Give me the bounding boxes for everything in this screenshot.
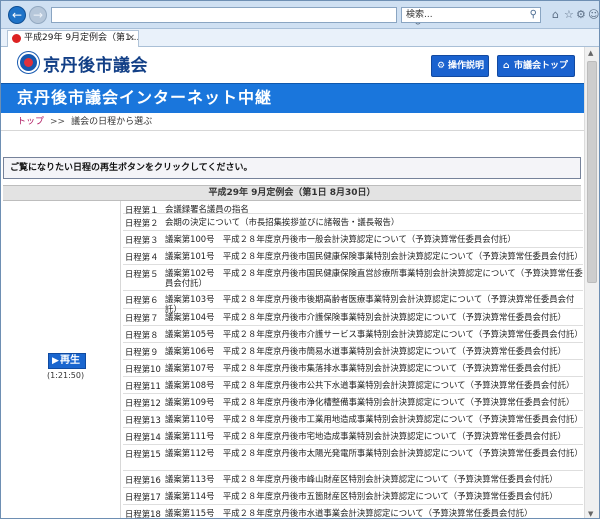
agenda-text: 議案第114号 平成２８年度京丹後市五箇財産区特別会計決算認定について（予算決算…	[165, 491, 558, 501]
agenda-number: 日程第９	[125, 347, 159, 357]
agenda-text: 議案第101号 平成２８年度京丹後市国民健康保険事業特別会計決算認定について（予…	[165, 251, 583, 261]
agenda-text: 会期の決定について（市長招集挨拶並びに諸報告・議長報告）	[165, 217, 400, 227]
arrow-right-icon: →	[32, 8, 44, 22]
agenda-number: 日程第13	[125, 415, 161, 425]
agenda-text: 議案第108号 平成２８年度京丹後市公共下水道事業特別会計決算認定について（予算…	[165, 380, 575, 390]
play-button[interactable]: ▶ 再生	[48, 353, 86, 369]
agenda-row: 日程第７ 議案第104号 平成２８年度京丹後市介護保険事業特別会計決算認定について…	[123, 309, 583, 326]
agenda-number: 日程第10	[125, 364, 161, 374]
agenda-text: 議案第102号 平成２８年度京丹後市国民健康保険直営診療所事業特別会計決算認定に…	[165, 268, 583, 288]
browser-tab[interactable]: 平成29年 9月定例会（第1... ×	[7, 30, 139, 47]
agenda-text: 会議録署名議員の指名	[165, 204, 249, 214]
home-icon: ⌂	[503, 61, 510, 71]
agenda-text: 議案第107号 平成２８年度京丹後市集落排水事業特別会計決算認定について（予算決…	[165, 363, 566, 373]
agenda-number: 日程第８	[125, 330, 159, 340]
agenda-row: 日程第４ 議案第101号 平成２８年度京丹後市国民健康保険事業特別会計決算認定につ…	[123, 248, 583, 265]
vertical-scrollbar[interactable]: ▲ ▼	[584, 47, 599, 518]
arrow-left-icon: ←	[11, 8, 23, 22]
search-box[interactable]: 検索... ⚲	[401, 7, 541, 23]
breadcrumb-home-link[interactable]: トップ	[17, 117, 44, 127]
agenda-row: 日程第18 議案第115号 平成２８年度京丹後市水道事業会計決算認定について（予算…	[123, 505, 583, 519]
agenda-number: 日程第２	[125, 218, 159, 228]
scroll-up-icon[interactable]: ▲	[588, 49, 593, 57]
breadcrumb: トップ >> 議会の日程から選ぶ	[1, 113, 584, 131]
agenda-row: 日程第14 議案第111号 平成２８年度京丹後市宅地造成事業特別会計決算認定につい…	[123, 428, 583, 445]
agenda-row: 日程第８ 議案第105号 平成２８年度京丹後市介護サービス事業特別会計決算認定につ…	[123, 326, 583, 343]
agenda-text: 議案第111号 平成２８年度京丹後市宅地造成事業特別会計決算認定について（予算決…	[165, 431, 566, 441]
agenda-row: 日程第９ 議案第106号 平成２８年度京丹後市簡易水道事業特別会計決算認定について…	[123, 343, 583, 360]
agenda-number: 日程第18	[125, 509, 161, 519]
agenda-number: 日程第11	[125, 381, 161, 391]
agenda-number: 日程第４	[125, 252, 159, 262]
operation-guide-label: 操作説明	[448, 61, 485, 71]
session-title: 平成29年 9月定例会（第1日 8月30日）	[3, 185, 581, 201]
agenda-text: 議案第105号 平成２８年度京丹後市介護サービス事業特別会計決算認定について（予…	[165, 329, 583, 339]
agenda-row: 日程第15 議案第112号 平成２８年度京丹後市太陽光発電所事業特別会計決算認定に…	[123, 445, 583, 471]
scrollbar-thumb[interactable]	[587, 61, 597, 283]
search-icon[interactable]: ⚲	[530, 8, 537, 22]
agenda-row: 日程第５ 議案第102号 平成２８年度京丹後市国民健康保険直営診療所事業特別会計決…	[123, 265, 583, 291]
gear-icon: ⚙	[437, 61, 446, 71]
agenda-row: 日程第12 議案第109号 平成２８年度京丹後市浄化槽整備事業特別会計決算認定につ…	[123, 394, 583, 411]
tab-bar: 平成29年 9月定例会（第1... ×	[1, 29, 599, 47]
agenda-row: 日程第10 議案第107号 平成２８年度京丹後市集落排水事業特別会計決算認定につい…	[123, 360, 583, 377]
agenda-number: 日程第３	[125, 235, 159, 245]
play-label: 再生	[60, 355, 80, 366]
agenda-number: 日程第５	[125, 269, 159, 279]
play-cell: ▶ 再生 (1:21:50)	[3, 201, 121, 518]
agenda-number: 日程第６	[125, 295, 159, 305]
agenda-text: 議案第100号 平成２８年度京丹後市一般会計決算認定について（予算決算常任委員会…	[165, 234, 516, 244]
agenda-number: 日程第17	[125, 492, 161, 502]
agenda-number: 日程第14	[125, 432, 161, 442]
smiley-icon[interactable]: ☺	[588, 8, 599, 21]
agenda-row: 日程第１ 会議録署名議員の指名	[123, 201, 583, 215]
play-icon: ▶	[52, 356, 59, 366]
browser-toolbar: ← → ↻ ▾ 検索... ⚲ ⌂ ☆ ⚙ ☺	[1, 1, 599, 42]
agenda-row: 日程第16 議案第113号 平成２８年度京丹後市峰山財産区特別会計決算認定について…	[123, 471, 583, 488]
operation-guide-button[interactable]: ⚙ 操作説明	[431, 55, 489, 77]
site-logo[interactable]: 京丹後市議会	[43, 51, 148, 76]
agenda-list: 日程第１ 会議録署名議員の指名日程第２ 会期の決定について（市長招集挨拶並びに諸報告…	[123, 201, 583, 519]
breadcrumb-current: 議会の日程から選ぶ	[71, 117, 153, 127]
scroll-down-icon[interactable]: ▼	[588, 510, 593, 518]
agenda-row: 日程第11 議案第108号 平成２８年度京丹後市公共下水道事業特別会計決算認定につ…	[123, 377, 583, 394]
page-viewport: 京丹後市議会 ⚙ 操作説明 ⌂ 市議会トップへ 京丹後市議会インターネット中継 …	[1, 47, 584, 519]
agenda-row: 日程第17 議案第114号 平成２８年度京丹後市五箇財産区特別会計決算認定について…	[123, 488, 583, 505]
home-icon[interactable]: ⌂	[552, 8, 559, 21]
agenda-text: 議案第113号 平成２８年度京丹後市峰山財産区特別会計決算認定について（予算決算…	[165, 474, 558, 484]
forward-button[interactable]: →	[29, 6, 47, 24]
agenda-row: 日程第３ 議案第100号 平成２８年度京丹後市一般会計決算認定について（予算決算常…	[123, 231, 583, 248]
agenda-number: 日程第12	[125, 398, 161, 408]
site-favicon-icon	[12, 34, 21, 43]
back-button[interactable]: ←	[8, 6, 26, 24]
city-emblem-icon	[18, 52, 39, 73]
close-icon[interactable]: ×	[127, 31, 135, 46]
breadcrumb-separator: >>	[50, 117, 66, 127]
browser-window: ← → ↻ ▾ 検索... ⚲ ⌂ ☆ ⚙ ☺ 平成29年 9月定例会（第1..…	[0, 0, 600, 519]
agenda-number: 日程第15	[125, 449, 161, 459]
page-banner: 京丹後市議会インターネット中継	[1, 83, 584, 113]
agenda-text: 議案第109号 平成２８年度京丹後市浄化槽整備事業特別会計決算認定について（予算…	[165, 397, 575, 407]
site-header: 京丹後市議会 ⚙ 操作説明 ⌂ 市議会トップへ	[1, 47, 584, 91]
star-icon[interactable]: ☆	[564, 8, 574, 21]
agenda-text: 議案第110号 平成２８年度京丹後市工業用地造成事業特別会計決算認定について（予…	[165, 414, 583, 424]
agenda-row: 日程第２ 会期の決定について（市長招集挨拶並びに諸報告・議長報告）	[123, 214, 583, 231]
tab-title: 平成29年 9月定例会（第1...	[24, 33, 139, 43]
instruction-text: ご覧になりたい日程の再生ボタンをクリックしてください。	[3, 157, 581, 179]
council-top-button[interactable]: ⌂ 市議会トップへ	[497, 55, 575, 91]
gear-icon[interactable]: ⚙	[576, 8, 586, 21]
search-placeholder: 検索...	[406, 10, 433, 20]
video-duration: (1:21:50)	[47, 371, 85, 380]
agenda-text: 議案第115号 平成２８年度京丹後市水道事業会計決算認定について（予算決算常任委…	[165, 508, 533, 518]
agenda-number: 日程第７	[125, 313, 159, 323]
agenda-number: 日程第16	[125, 475, 161, 485]
agenda-text: 議案第112号 平成２８年度京丹後市太陽光発電所事業特別会計決算認定について（予…	[165, 448, 583, 458]
agenda-text: 議案第106号 平成２８年度京丹後市簡易水道事業特別会計決算認定について（予算決…	[165, 346, 566, 356]
address-bar[interactable]: ↻ ▾	[51, 7, 422, 42]
agenda-row: 日程第６ 議案第103号 平成２８年度京丹後市後期高齢者医療事業特別会計決算認定に…	[123, 291, 583, 314]
agenda-text: 議案第104号 平成２８年度京丹後市介護保険事業特別会計決算認定について（予算決…	[165, 312, 566, 322]
agenda-row: 日程第13 議案第110号 平成２８年度京丹後市工業用地造成事業特別会計決算認定に…	[123, 411, 583, 428]
